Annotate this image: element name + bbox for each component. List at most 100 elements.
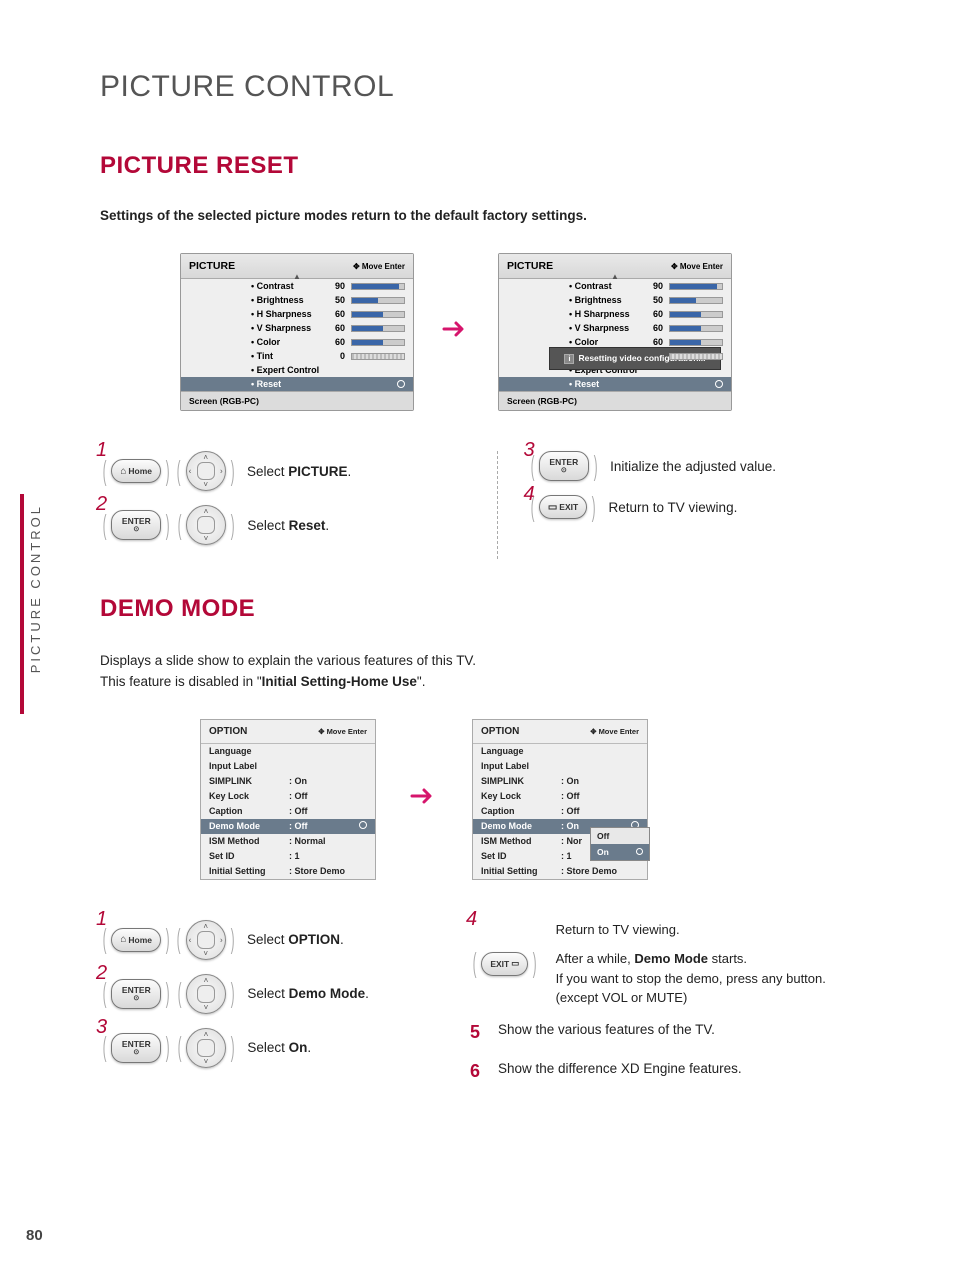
step-number: 1 xyxy=(96,908,107,931)
step-text: Select On. xyxy=(247,1040,311,1055)
osd-title: PICTURE xyxy=(507,260,553,272)
osd2-row: Set ID: 1 xyxy=(201,849,375,864)
t-bold: Initial Setting-Home Use xyxy=(262,674,417,689)
osd2-row: Language xyxy=(201,744,375,759)
step: 3(ENTER⊙)(˄˅‹›)Select On. xyxy=(100,1028,440,1068)
step-text: Select OPTION. xyxy=(247,932,344,947)
osd-hint-text: Move Enter xyxy=(362,262,405,271)
step-number: 3 xyxy=(524,439,535,462)
dpad-icon[interactable]: ˄˅‹› xyxy=(186,451,226,491)
step-text: Select Reset. xyxy=(247,518,329,533)
osd-row-demo: OPTION✥ Move Enter LanguageInput LabelSI… xyxy=(200,719,894,880)
step: 3(ENTER⊙)Initialize the adjusted value. xyxy=(528,451,895,481)
exit-button[interactable]: EXIT▭ xyxy=(481,952,528,976)
paren-icon: ( xyxy=(473,955,477,972)
osd2-row: Key Lock: Off xyxy=(473,789,647,804)
submenu-item: On xyxy=(591,844,649,860)
dpad-icon[interactable]: ˄˅‹› xyxy=(186,505,226,545)
dpad-icon[interactable]: ˄˅‹› xyxy=(186,1028,226,1068)
osd-row: • Brightness50 xyxy=(499,293,731,307)
osd2-body: LanguageInput LabelSIMPLINK: OnKey Lock:… xyxy=(201,744,375,879)
dpad-icon[interactable]: ˄˅‹› xyxy=(186,974,226,1014)
step: 1(⌂Home)(˄˅‹›)Select PICTURE. xyxy=(100,451,467,491)
arrow-right-icon xyxy=(442,319,470,345)
step: 1(⌂Home)(˄˅‹›)Select OPTION. xyxy=(100,920,440,960)
osd2-row: ISM Method: Normal xyxy=(201,834,375,849)
step-number: 6 xyxy=(470,1061,488,1082)
step5-text: Show the various features of the TV. xyxy=(498,1022,715,1037)
osd2-row: Demo Mode: Off xyxy=(201,819,375,834)
t: ". xyxy=(417,674,426,689)
demo-desc-1: Displays a slide show to explain the var… xyxy=(100,651,894,672)
osd2-row: SIMPLINK: On xyxy=(473,774,647,789)
demo-desc-2: This feature is disabled in "Initial Set… xyxy=(100,672,894,693)
osd-title: PICTURE xyxy=(189,260,235,272)
step4-line1: Return to TV viewing. xyxy=(556,920,826,940)
dpad-icon[interactable]: ˄˅‹› xyxy=(186,920,226,960)
remote-button[interactable]: ENTER⊙ xyxy=(111,510,161,540)
osd-body: ▲ iResetting video configuration... • Co… xyxy=(499,279,731,391)
step4-line3: If you want to stop the demo, press any … xyxy=(556,969,826,989)
step-number: 2 xyxy=(96,962,107,985)
osd2-row: SIMPLINK: On xyxy=(201,774,375,789)
btn-icon: ⌂ xyxy=(120,466,126,477)
submenu-item: Off xyxy=(591,828,649,844)
osd-picture-before: PICTURE ✥ Move Enter ▲ • Contrast90• Bri… xyxy=(180,253,414,411)
main-title: PICTURE CONTROL xyxy=(100,70,894,104)
t: After a while, xyxy=(556,951,635,966)
step: 2(ENTER⊙)(˄˅‹›)Select Demo Mode. xyxy=(100,974,440,1014)
step-number: 3 xyxy=(96,1016,107,1039)
osd-row: • Expert Control xyxy=(181,363,413,377)
exit-icon: ▭ xyxy=(511,958,519,969)
section-title-demo: DEMO MODE xyxy=(100,595,894,623)
step-number: 4 xyxy=(466,908,477,931)
osd-row: • Tint0 xyxy=(181,349,413,363)
step-text: Select Demo Mode. xyxy=(247,986,369,1001)
remote-button[interactable]: ▭EXIT xyxy=(539,495,587,519)
osd-option-after-wrap: OPTION✥ Move Enter LanguageInput LabelSI… xyxy=(472,719,648,880)
btn-label: EXIT xyxy=(490,959,509,969)
osd2-row: Key Lock: Off xyxy=(201,789,375,804)
btn-icon: ▭ xyxy=(548,502,557,513)
step4-line2: After a while, Demo Mode starts. xyxy=(556,949,826,969)
osd-row: • Contrast90 xyxy=(181,279,413,293)
step6-text: Show the difference XD Engine features. xyxy=(498,1061,742,1076)
step-number: 1 xyxy=(96,439,107,462)
step-text: Return to TV viewing. xyxy=(609,500,738,515)
osd-row: • H Sharpness60 xyxy=(181,307,413,321)
osd2-hint: ✥ Move Enter xyxy=(318,727,367,736)
btn-icon: ⌂ xyxy=(120,934,126,945)
osd-row: • Brightness50 xyxy=(181,293,413,307)
osd2-row: Input Label xyxy=(201,759,375,774)
osd-row-reset: PICTURE ✥ Move Enter ▲ • Contrast90• Bri… xyxy=(180,253,894,411)
steps-grid-demo: 1(⌂Home)(˄˅‹›)Select OPTION. 2(ENTER⊙)(˄˅… xyxy=(100,920,894,1100)
osd-footer: Screen (RGB-PC) xyxy=(499,391,731,410)
remote-button[interactable]: ⌂Home xyxy=(111,459,161,483)
osd-row: • V Sharpness60 xyxy=(499,321,731,335)
demo-submenu: OffOn xyxy=(590,827,650,861)
osd2-title: OPTION xyxy=(481,726,519,737)
osd-body: ▲ • Contrast90• Brightness50• H Sharpnes… xyxy=(181,279,413,391)
remote-button[interactable]: ENTER⊙ xyxy=(111,1033,161,1063)
t-bold: Demo Mode xyxy=(634,951,708,966)
osd-row: • Color60 xyxy=(181,335,413,349)
osd2-row: Language xyxy=(473,744,647,759)
remote-button[interactable]: ⌂Home xyxy=(111,928,161,952)
step-4: 4 ( EXIT▭ ) Return to TV viewing. After … xyxy=(470,920,894,1008)
osd-row: • V Sharpness60 xyxy=(181,321,413,335)
t: Move Enter xyxy=(327,727,367,736)
step-number: 4 xyxy=(524,483,535,506)
remote-button[interactable]: ENTER⊙ xyxy=(539,451,589,481)
section1-desc: Settings of the selected picture modes r… xyxy=(100,208,894,223)
osd2-row: Caption: Off xyxy=(201,804,375,819)
osd-row: • Contrast90 xyxy=(499,279,731,293)
section-title-reset: PICTURE RESET xyxy=(100,152,894,180)
osd-hint-text: Move Enter xyxy=(680,262,723,271)
paren-icon: ) xyxy=(533,955,537,972)
step: 4(▭EXIT)Return to TV viewing. xyxy=(528,495,895,519)
osd-row: • Reset xyxy=(499,377,731,391)
remote-button[interactable]: ENTER⊙ xyxy=(111,979,161,1009)
scroll-up-icon: ▲ xyxy=(611,272,619,281)
page-number: 80 xyxy=(26,1227,43,1244)
step4-line4: (except VOL or MUTE) xyxy=(556,988,826,1008)
